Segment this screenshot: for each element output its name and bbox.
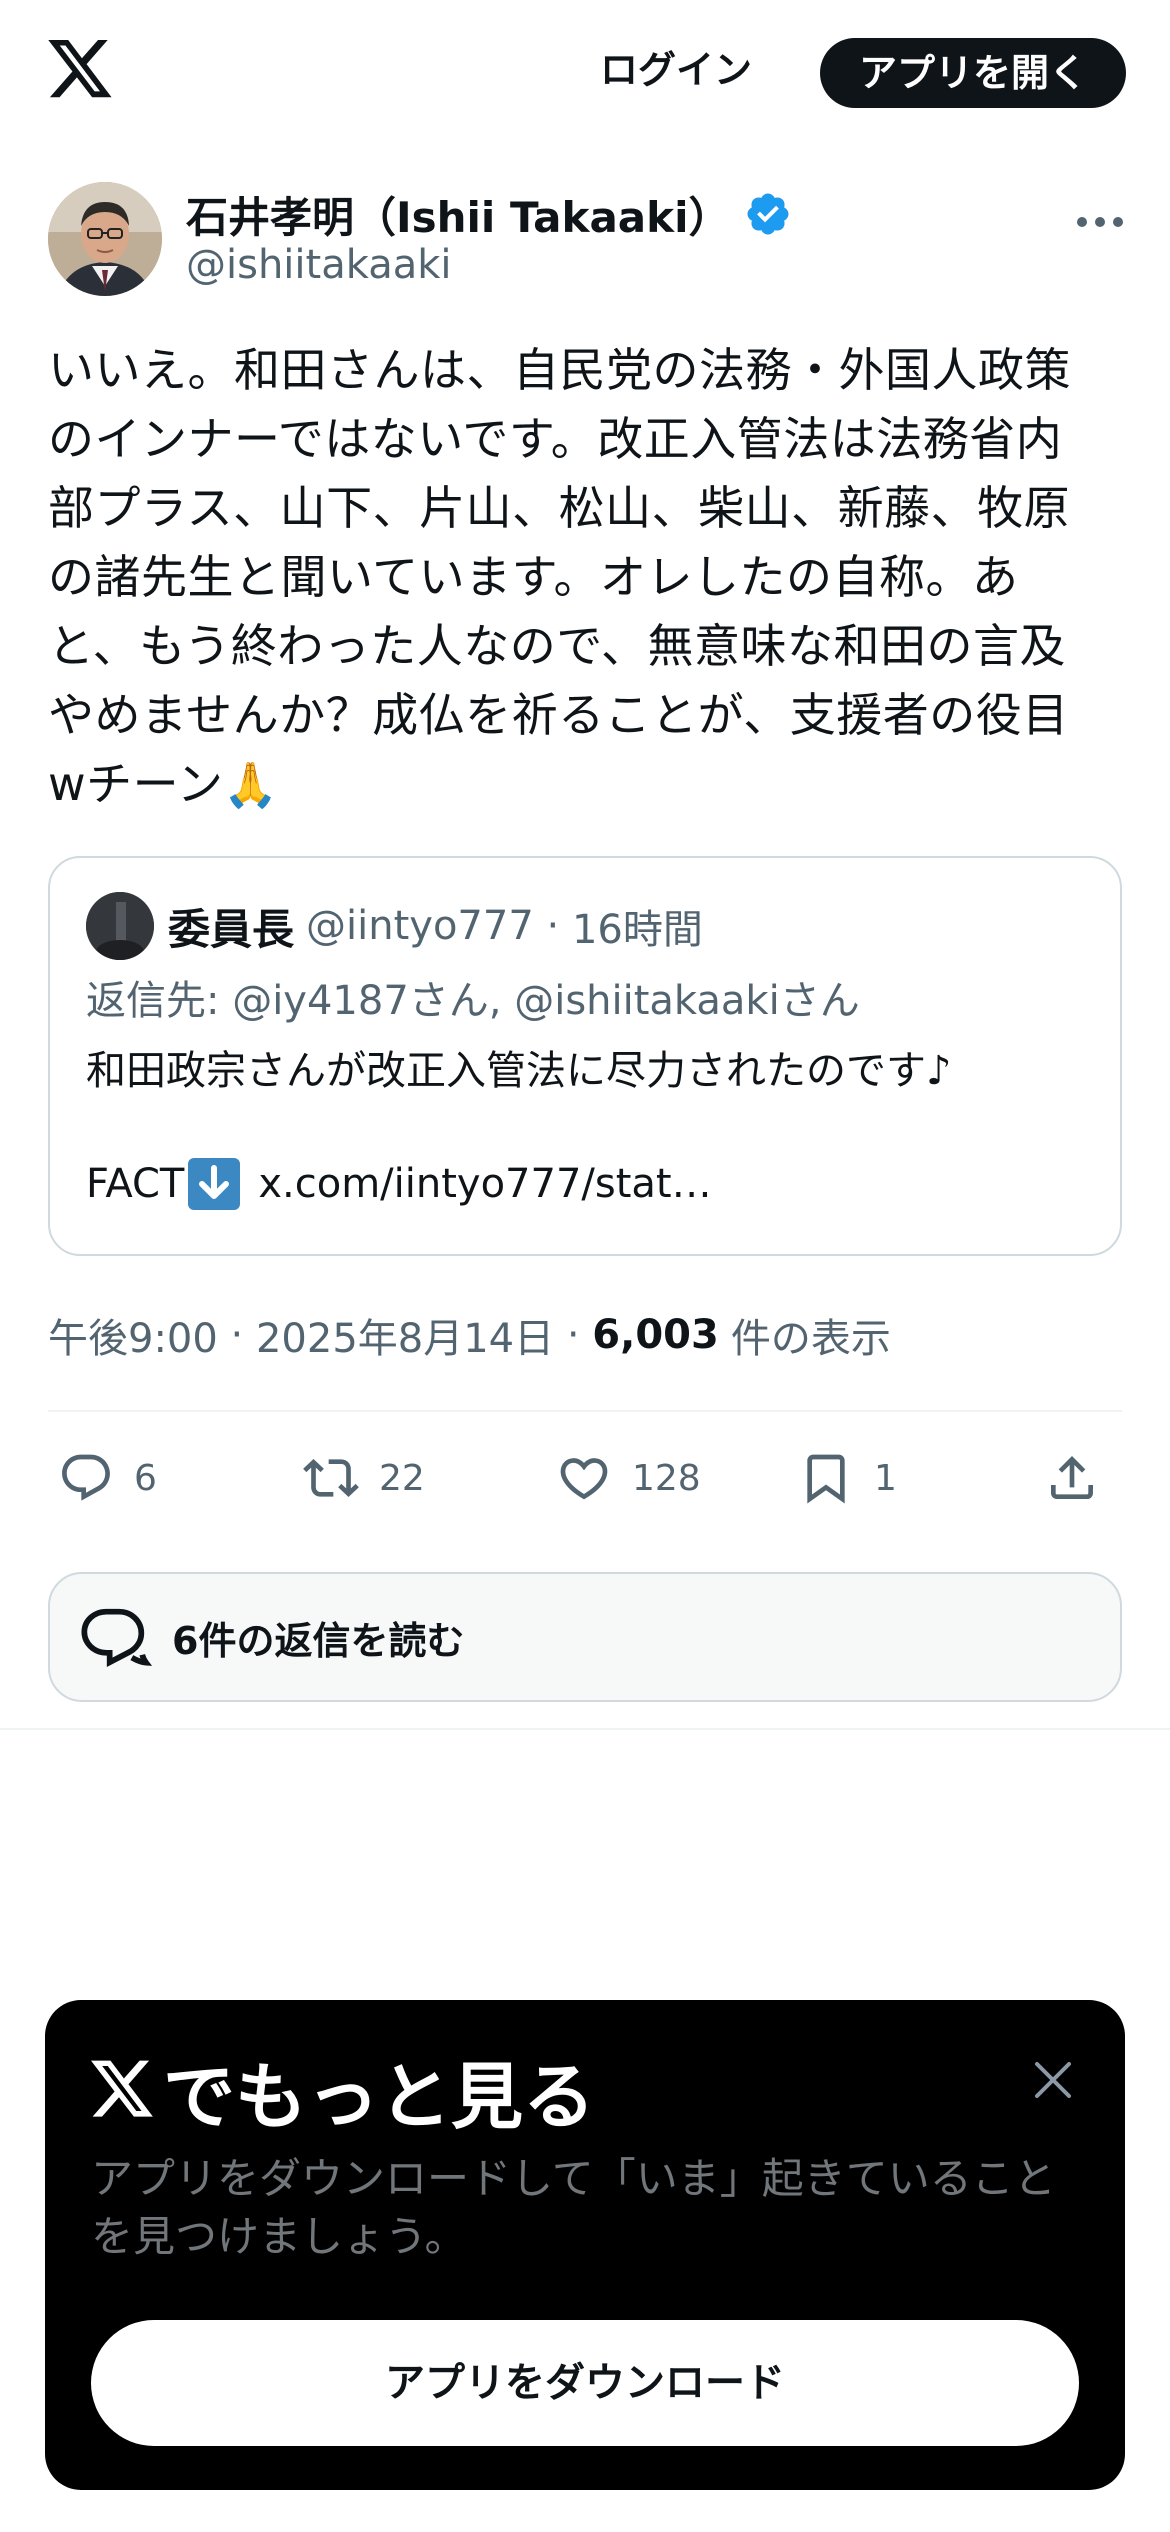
bookmark-count: 1 [874, 1457, 897, 1499]
quote-header: 委員長 @iintyo777 · 16時間 [168, 892, 703, 960]
quote-body: 和田政宗さんが改正入管法に尽力されたのです♪ [86, 1048, 952, 1094]
meta-separator: · [217, 1312, 256, 1358]
login-link[interactable]: ログイン [600, 40, 752, 100]
promo-description: アプリをダウンロードして「いま」起きていることを見つけましょう。 [91, 2154, 1056, 2261]
share-button[interactable] [1044, 1430, 1100, 1526]
promo-title: でもっと見る [91, 2040, 595, 2140]
top-bar: ログイン アプリを開く [0, 0, 1170, 145]
quote-author-handle[interactable]: @iintyo777 [306, 903, 534, 949]
quote-link[interactable]: x.com/iintyo777/stat… [258, 1161, 711, 1207]
open-app-button[interactable]: アプリを開く [820, 38, 1126, 108]
quoted-tweet[interactable]: 委員長 @iintyo777 · 16時間 返信先: @iy4187さん, @i… [48, 856, 1122, 1256]
read-replies-button[interactable]: 6件の返信を読む [48, 1572, 1122, 1702]
verified-badge-icon [747, 193, 789, 235]
repost-icon [303, 1459, 359, 1497]
tweet-author: 石井孝明（Ishii Takaaki） @ishiitakaaki [48, 182, 1128, 302]
tweet-text-line: の諸先生と聞いています。オレしたの自称。あ [48, 550, 1019, 604]
tweet-meta: 午後9:00 · 2025年8月14日 · 6,003 件の表示 [48, 1306, 891, 1364]
more-options-icon[interactable] [1072, 202, 1128, 242]
quote-author-name[interactable]: 委員長 [168, 896, 294, 957]
reply-icon [62, 1454, 110, 1501]
app-promo-sheet: でもっと見る アプリをダウンロードして「いま」起きていることを見つけましょう。 … [45, 2000, 1125, 2490]
tweet-text-line: やめませんか？成仏を祈ることが、支援者の役目 [48, 688, 1069, 742]
down-arrow-emoji-icon [188, 1158, 241, 1210]
repost-button[interactable]: 22 [303, 1430, 425, 1526]
meta-separator: · [554, 1312, 593, 1358]
x-logo-icon [91, 2060, 153, 2117]
read-replies-label: 6件の返信を読む [172, 1618, 465, 1663]
reply-count: 6 [134, 1457, 157, 1499]
conversation-bubbles-icon [81, 1608, 153, 1668]
author-handle[interactable]: @ishiitakaaki [186, 242, 452, 288]
tweet-text-line-last: wチーン🙏 [48, 750, 1128, 820]
author-display-name[interactable]: 石井孝明（Ishii Takaaki） [186, 184, 730, 245]
share-icon [1051, 1456, 1093, 1499]
author-avatar[interactable] [48, 182, 162, 296]
praying-hands-emoji: 🙏 [223, 760, 279, 811]
quote-reply-to: 返信先: @iy4187さん, @ishiitakaakiさん [86, 978, 860, 1024]
tweet-text-fragment: wチーン [48, 757, 224, 811]
bookmark-icon [807, 1454, 845, 1504]
like-count: 128 [632, 1457, 701, 1499]
close-icon[interactable] [1023, 2050, 1083, 2110]
quote-age: 16時間 [571, 907, 703, 953]
x-logo-icon[interactable] [48, 40, 114, 100]
tweet-date[interactable]: 2025年8月14日 [256, 1306, 554, 1364]
heart-icon [560, 1458, 608, 1500]
avatar-portrait-icon [48, 182, 162, 296]
quote-link-row: FACT x.com/iintyo777/stat… [86, 1158, 712, 1210]
repost-count: 22 [379, 1457, 425, 1499]
quote-avatar-icon [86, 892, 154, 960]
quote-author-avatar[interactable] [86, 892, 154, 960]
quote-link-prefix: FACT [86, 1161, 185, 1207]
tweet-text-line: と、もう終わった人なので、無意味な和田の言及 [48, 619, 1066, 673]
promo-title-text: でもっと見る [163, 2054, 596, 2139]
like-button[interactable]: 128 [556, 1430, 701, 1526]
tweet-text-line: いいえ。和田さんは、自民党の法務・外国人政策 [48, 343, 1071, 397]
reply-button[interactable]: 6 [58, 1430, 157, 1526]
views-label: 件の表示 [730, 1316, 891, 1362]
tweet-time[interactable]: 午後9:00 [48, 1306, 218, 1364]
quote-separator: · [533, 903, 572, 949]
bookmark-button[interactable]: 1 [798, 1430, 897, 1526]
action-bar: 6 22 128 1 [48, 1430, 1122, 1526]
views-count: 6,003 [592, 1312, 719, 1358]
divider [0, 1728, 1170, 1730]
author-name-row: 石井孝明（Ishii Takaaki） [186, 184, 792, 244]
tweet-text: いいえ。和田さんは、自民党の法務・外国人政策 のインナーではないです。改正入管法… [48, 336, 1128, 820]
download-app-button[interactable]: アプリをダウンロード [91, 2320, 1079, 2446]
divider [48, 1410, 1122, 1412]
tweet-text-line: のインナーではないです。改正入管法は法務省内 [48, 412, 1063, 466]
tweet-text-line: 部プラス、山下、片山、松山、柴山、新藤、牧原 [48, 481, 1071, 535]
